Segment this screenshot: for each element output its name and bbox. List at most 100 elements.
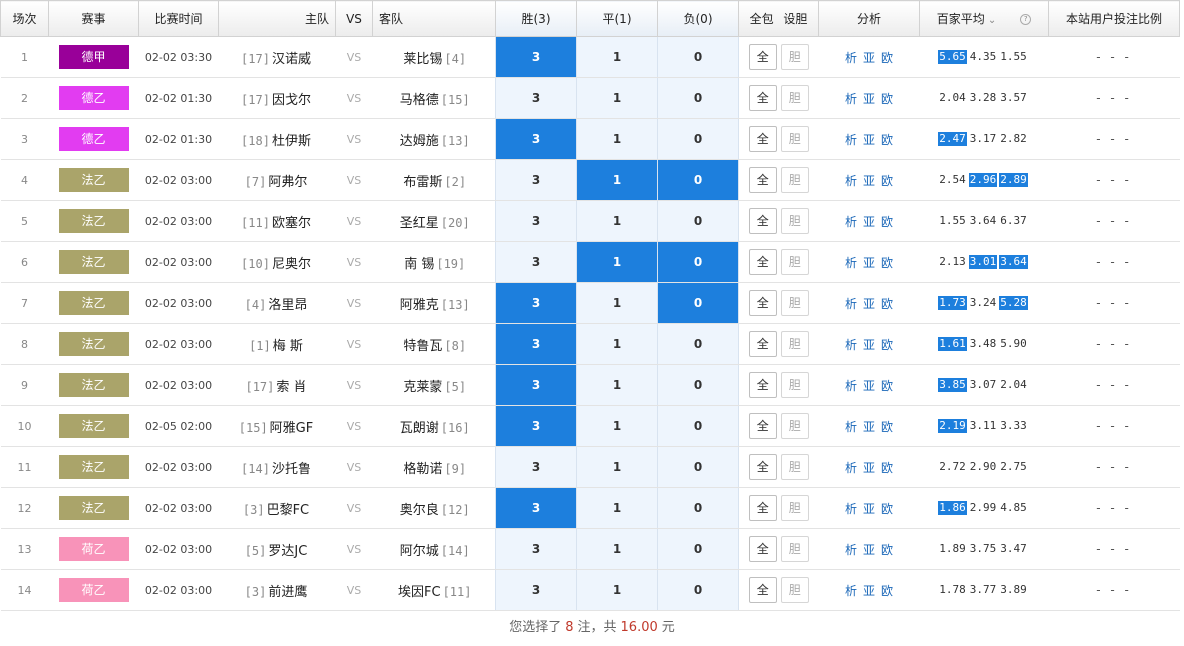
select-all-button[interactable]: 全 xyxy=(748,372,777,398)
analysis-link[interactable]: 析 xyxy=(845,174,857,188)
win-option[interactable]: 3 xyxy=(495,446,577,488)
away-team[interactable]: 布雷斯 xyxy=(403,175,442,190)
lose-option[interactable]: 0 xyxy=(657,77,739,119)
select-all-button[interactable]: 全 xyxy=(748,536,777,562)
euro-odds-link[interactable]: 欧 xyxy=(881,502,893,516)
draw-option[interactable]: 1 xyxy=(576,159,658,201)
euro-odds-link[interactable]: 欧 xyxy=(881,420,893,434)
lose-option[interactable]: 0 xyxy=(657,159,739,201)
set-dan-button[interactable]: 胆 xyxy=(780,413,809,439)
asian-odds-link[interactable]: 亚 xyxy=(863,256,875,270)
asian-odds-link[interactable]: 亚 xyxy=(863,543,875,557)
select-all-button[interactable]: 全 xyxy=(748,208,777,234)
win-option[interactable]: 3 xyxy=(495,282,577,324)
league-badge[interactable]: 法乙 xyxy=(58,373,129,397)
league-badge[interactable]: 法乙 xyxy=(58,250,129,274)
away-team[interactable]: 格勒诺 xyxy=(403,462,442,477)
lose-option[interactable]: 0 xyxy=(657,118,739,160)
home-team[interactable]: 罗达JC xyxy=(268,544,307,559)
league-badge[interactable]: 荷乙 xyxy=(58,578,129,602)
win-option[interactable]: 3 xyxy=(495,569,577,611)
asian-odds-link[interactable]: 亚 xyxy=(863,461,875,475)
asian-odds-link[interactable]: 亚 xyxy=(863,215,875,229)
lose-option[interactable]: 0 xyxy=(657,405,739,447)
league-badge[interactable]: 法乙 xyxy=(58,496,129,520)
asian-odds-link[interactable]: 亚 xyxy=(863,133,875,147)
set-dan-button[interactable]: 胆 xyxy=(780,577,809,603)
home-team[interactable]: 沙托鲁 xyxy=(272,462,311,477)
win-option[interactable]: 3 xyxy=(495,77,577,119)
select-all-button[interactable]: 全 xyxy=(748,85,777,111)
analysis-link[interactable]: 析 xyxy=(845,543,857,557)
lose-option[interactable]: 0 xyxy=(657,569,739,611)
away-team[interactable]: 阿尔城 xyxy=(400,544,439,559)
lose-option[interactable]: 0 xyxy=(657,323,739,365)
select-all-button[interactable]: 全 xyxy=(748,126,777,152)
lose-option[interactable]: 0 xyxy=(657,36,739,78)
home-team[interactable]: 尼奥尔 xyxy=(272,257,311,272)
home-team[interactable]: 欧塞尔 xyxy=(272,216,311,231)
league-badge[interactable]: 德乙 xyxy=(58,86,129,110)
lose-option[interactable]: 0 xyxy=(657,528,739,570)
draw-option[interactable]: 1 xyxy=(576,118,658,160)
analysis-link[interactable]: 析 xyxy=(845,379,857,393)
asian-odds-link[interactable]: 亚 xyxy=(863,379,875,393)
home-team[interactable]: 汉诺威 xyxy=(272,52,311,67)
away-team[interactable]: 瓦朗谢 xyxy=(400,421,439,436)
lose-option[interactable]: 0 xyxy=(657,200,739,242)
set-dan-button[interactable]: 胆 xyxy=(780,536,809,562)
league-badge[interactable]: 法乙 xyxy=(58,291,129,315)
draw-option[interactable]: 1 xyxy=(576,528,658,570)
set-dan-button[interactable]: 胆 xyxy=(780,85,809,111)
draw-option[interactable]: 1 xyxy=(576,364,658,406)
select-all-button[interactable]: 全 xyxy=(748,454,777,480)
home-team[interactable]: 阿雅GF xyxy=(270,421,314,436)
select-all-button[interactable]: 全 xyxy=(748,290,777,316)
analysis-link[interactable]: 析 xyxy=(845,133,857,147)
set-dan-button[interactable]: 胆 xyxy=(780,495,809,521)
away-team[interactable]: 阿雅克 xyxy=(400,298,439,313)
analysis-link[interactable]: 析 xyxy=(845,461,857,475)
win-option[interactable]: 3 xyxy=(495,241,577,283)
draw-option[interactable]: 1 xyxy=(576,323,658,365)
away-team[interactable]: 圣红星 xyxy=(400,216,439,231)
asian-odds-link[interactable]: 亚 xyxy=(863,420,875,434)
league-badge[interactable]: 法乙 xyxy=(58,332,129,356)
league-badge[interactable]: 法乙 xyxy=(58,414,129,438)
header-odds-avg[interactable]: 百家平均 ⌄? xyxy=(919,0,1049,37)
win-option[interactable]: 3 xyxy=(495,200,577,242)
draw-option[interactable]: 1 xyxy=(576,36,658,78)
set-dan-button[interactable]: 胆 xyxy=(780,372,809,398)
draw-option[interactable]: 1 xyxy=(576,569,658,611)
euro-odds-link[interactable]: 欧 xyxy=(881,543,893,557)
home-team[interactable]: 因戈尔 xyxy=(272,93,311,108)
analysis-link[interactable]: 析 xyxy=(845,338,857,352)
euro-odds-link[interactable]: 欧 xyxy=(881,215,893,229)
euro-odds-link[interactable]: 欧 xyxy=(881,461,893,475)
draw-option[interactable]: 1 xyxy=(576,282,658,324)
home-team[interactable]: 阿弗尔 xyxy=(268,175,307,190)
league-badge[interactable]: 荷乙 xyxy=(58,537,129,561)
win-option[interactable]: 3 xyxy=(495,323,577,365)
draw-option[interactable]: 1 xyxy=(576,77,658,119)
set-dan-button[interactable]: 胆 xyxy=(780,208,809,234)
win-option[interactable]: 3 xyxy=(495,159,577,201)
lose-option[interactable]: 0 xyxy=(657,364,739,406)
draw-option[interactable]: 1 xyxy=(576,405,658,447)
analysis-link[interactable]: 析 xyxy=(845,92,857,106)
league-badge[interactable]: 法乙 xyxy=(58,168,129,192)
analysis-link[interactable]: 析 xyxy=(845,584,857,598)
win-option[interactable]: 3 xyxy=(495,118,577,160)
euro-odds-link[interactable]: 欧 xyxy=(881,256,893,270)
win-option[interactable]: 3 xyxy=(495,364,577,406)
asian-odds-link[interactable]: 亚 xyxy=(863,174,875,188)
select-all-button[interactable]: 全 xyxy=(748,331,777,357)
set-dan-button[interactable]: 胆 xyxy=(780,454,809,480)
away-team[interactable]: 莱比锡 xyxy=(403,52,442,67)
lose-option[interactable]: 0 xyxy=(657,446,739,488)
analysis-link[interactable]: 析 xyxy=(845,51,857,65)
draw-option[interactable]: 1 xyxy=(576,200,658,242)
asian-odds-link[interactable]: 亚 xyxy=(863,338,875,352)
win-option[interactable]: 3 xyxy=(495,405,577,447)
analysis-link[interactable]: 析 xyxy=(845,420,857,434)
